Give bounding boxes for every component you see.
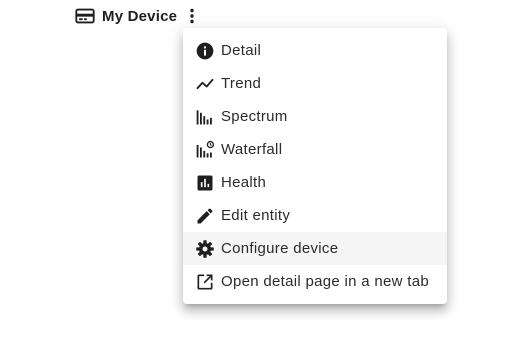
menu-item-edit-entity[interactable]: Edit entity (183, 199, 447, 232)
waterfall-icon (194, 139, 216, 161)
menu-item-label: Waterfall (221, 141, 283, 158)
more-vertical-icon[interactable] (184, 5, 200, 27)
menu-item-health[interactable]: Health (183, 166, 447, 199)
menu-item-detail[interactable]: Detail (183, 34, 447, 67)
menu-item-configure-device[interactable]: Configure device (183, 232, 447, 265)
menu-item-spectrum[interactable]: Spectrum (183, 100, 447, 133)
device-card-icon (74, 5, 96, 27)
menu-item-waterfall[interactable]: Waterfall (183, 133, 447, 166)
gear-icon (194, 238, 216, 260)
health-icon (194, 172, 216, 194)
device-title: My Device (102, 7, 178, 25)
device-header: My Device (74, 5, 200, 27)
menu-item-open-in-new-tab[interactable]: Open detail page in a new tab (183, 265, 447, 298)
menu-item-label: Edit entity (221, 207, 291, 224)
info-icon (194, 40, 216, 62)
open-in-new-icon (194, 271, 216, 293)
menu-item-trend[interactable]: Trend (183, 67, 447, 100)
menu-item-label: Trend (221, 75, 262, 92)
spectrum-icon (194, 106, 216, 128)
context-menu: Detail Trend Spectrum Waterfall Health E… (183, 28, 447, 304)
menu-item-label: Health (221, 174, 267, 191)
menu-item-label: Spectrum (221, 108, 288, 125)
pencil-icon (194, 205, 216, 227)
trend-icon (194, 73, 216, 95)
menu-item-label: Configure device (221, 240, 339, 257)
menu-item-label: Detail (221, 42, 262, 59)
menu-item-label: Open detail page in a new tab (221, 273, 430, 290)
